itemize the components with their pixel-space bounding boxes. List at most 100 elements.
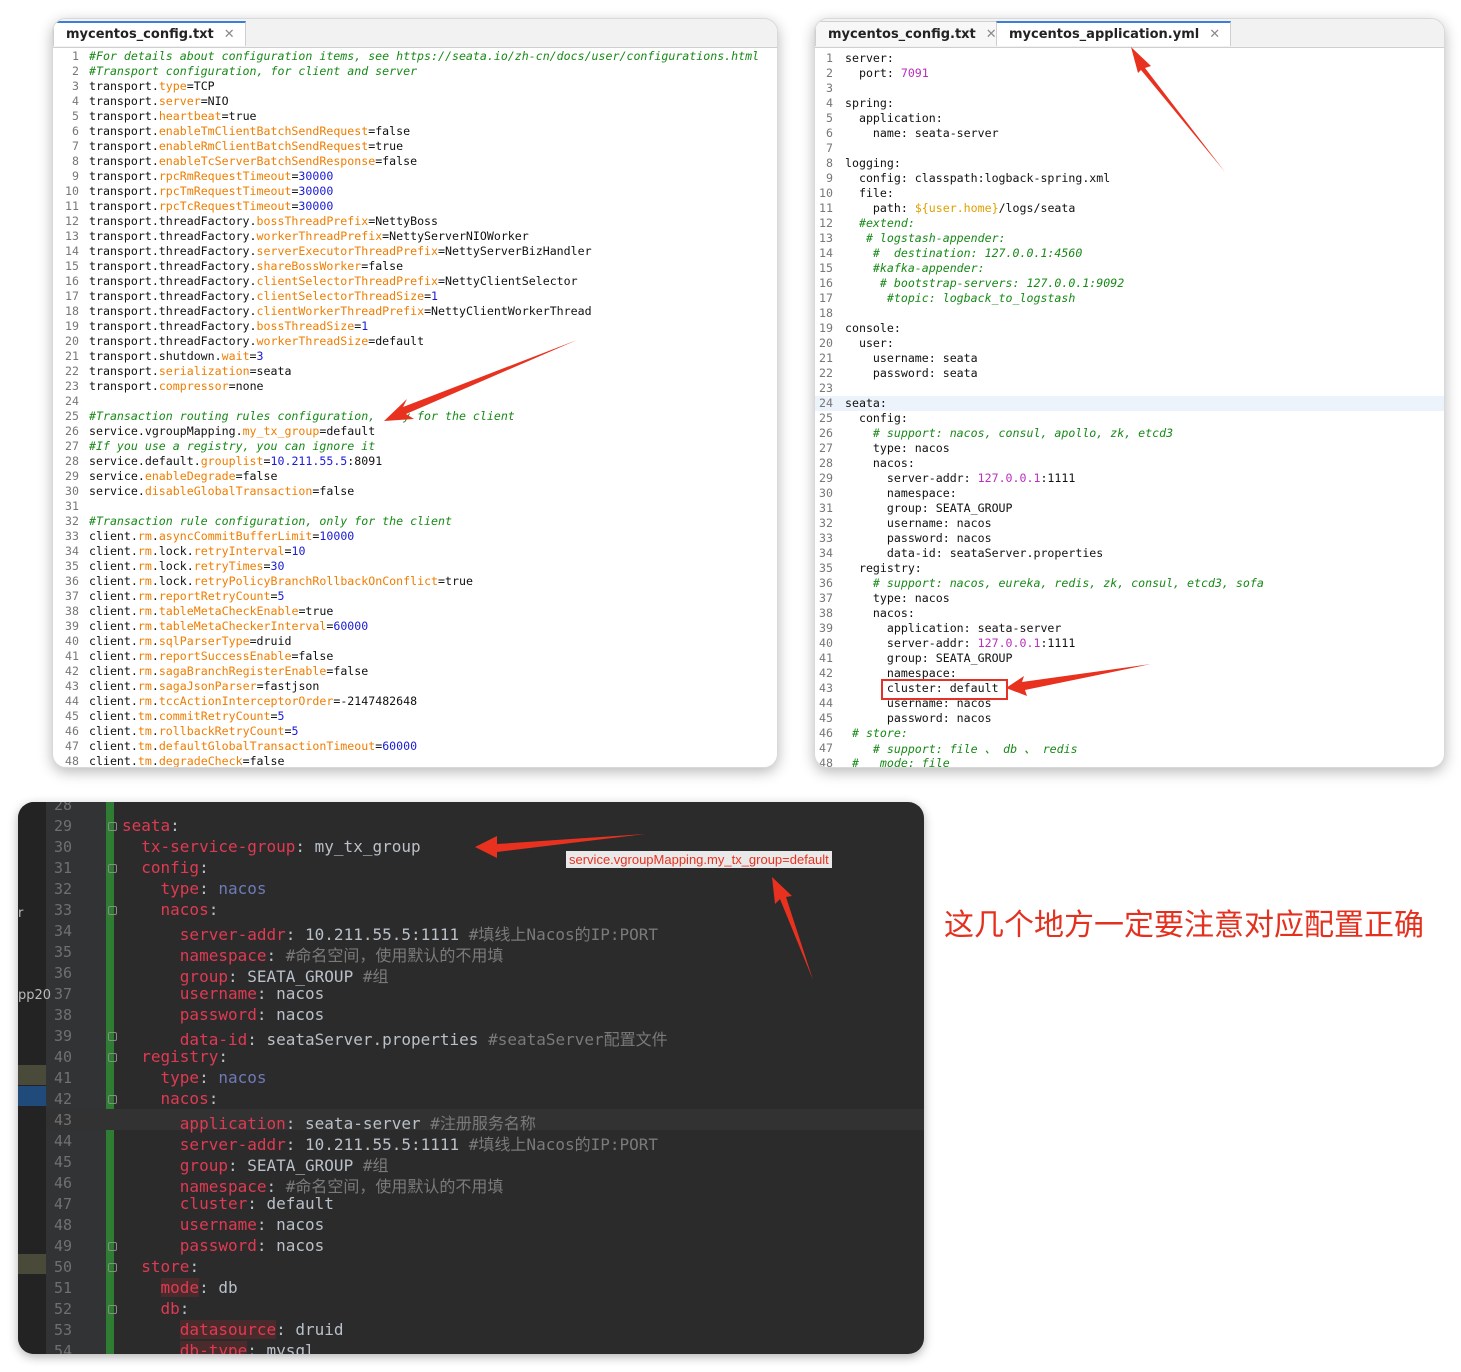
code-token: 60000 (333, 619, 369, 633)
line-number: 38 (53, 1006, 72, 1024)
line-number: 40 (65, 634, 79, 648)
code-token: client. (89, 709, 138, 723)
code-token: enableTcServerBatchSendResponse (158, 154, 376, 168)
code-token: =TCP (186, 79, 215, 93)
line-number: 43 (819, 681, 833, 695)
line-number: 29 (819, 471, 833, 485)
line-number: 11 (65, 199, 79, 213)
code-line: password: nacos (122, 1236, 325, 1255)
code-token: transport. (89, 109, 159, 123)
fold-toggle-icon[interactable] (108, 1242, 117, 1251)
close-icon[interactable]: ✕ (224, 27, 235, 42)
line-number: 14 (819, 246, 833, 260)
code-token: rm (137, 574, 152, 588)
code-token: db (160, 1299, 180, 1318)
code-token: # destination: 127.0.0.1:4560 (845, 246, 1083, 260)
code-token: mode (160, 1278, 200, 1297)
line-number: 23 (65, 379, 79, 393)
line-number: 25 (65, 409, 79, 423)
code-token: :8091 (347, 454, 383, 468)
line-number: 38 (65, 604, 79, 618)
code-token: =none (228, 379, 264, 393)
code-token: reportRetryCount (158, 589, 271, 603)
line-number: 54 (53, 1342, 72, 1354)
current-line-highlight (815, 396, 1444, 411)
code-token: =fastjson (256, 679, 320, 693)
fold-toggle-icon[interactable] (108, 864, 117, 873)
fold-toggle-icon[interactable] (108, 1053, 117, 1062)
code-token: =NettyServerBizHandler (438, 244, 592, 258)
code-line: server: (845, 51, 894, 65)
code-line: #For details about configuration items, … (89, 49, 759, 63)
right-editor-window: mycentos_config.txt ✕ mycentos_applicatio… (814, 18, 1445, 768)
code-line: group: SEATA_GROUP (845, 651, 1013, 665)
code-line: namespace: (845, 666, 957, 680)
code-line: nacos: (845, 456, 915, 470)
code-token: rpcTmRequestTimeout (158, 184, 292, 198)
code-line: client.rm.sagaBranchRegisterEnable=false (89, 664, 368, 678)
code-token: clientSelectorThreadSize (256, 289, 425, 303)
code-token: #topic: logback_to_logstash (845, 291, 1076, 305)
code-token: transport.threadFactory. (89, 259, 257, 273)
code-token: sagaJsonParser (158, 679, 257, 693)
fold-toggle-icon[interactable] (108, 1263, 117, 1272)
code-token: . (151, 709, 159, 723)
code-token: client. (89, 724, 138, 738)
code-token: wait (221, 349, 250, 363)
code-line: transport.rpcTcRequestTimeout=30000 (89, 199, 333, 213)
code-token: nacos (160, 1089, 209, 1108)
sidebar-marker (18, 1086, 46, 1106)
code-token: rm (137, 679, 152, 693)
line-number: 8 (826, 156, 833, 170)
code-line: transport.threadFactory.shareBossWorker=… (89, 259, 403, 273)
fold-toggle-icon[interactable] (108, 1095, 117, 1104)
code-token: 60000 (382, 739, 418, 753)
code-line: client.rm.lock.retryInterval=10 (89, 544, 305, 558)
cluster-highlight-box (881, 679, 1008, 700)
code-token: 7091 (900, 66, 929, 80)
code-token: rm (137, 694, 152, 708)
code-token: client. (89, 574, 138, 588)
code-line: transport.threadFactory.serverExecutorTh… (89, 244, 592, 258)
line-number: 2 (72, 64, 79, 78)
fold-toggle-icon[interactable] (108, 906, 117, 915)
code-token: . (151, 649, 159, 663)
code-token: =NettyClientWorkerThread (424, 304, 592, 318)
line-number: 5 (826, 111, 833, 125)
tab-mycentos-application[interactable]: mycentos_application.yml ✕ (996, 21, 1232, 46)
fold-toggle-icon[interactable] (108, 1305, 117, 1314)
line-number: 35 (819, 561, 833, 575)
code-token: # mode: file (845, 756, 950, 768)
line-number: 29 (53, 817, 72, 835)
tab-mycentos-config[interactable]: mycentos_config.txt ✕ (53, 21, 246, 46)
code-line: type: nacos (122, 1068, 267, 1087)
code-line: username: seata (845, 351, 978, 365)
code-token: client. (89, 634, 138, 648)
close-icon[interactable]: ✕ (1209, 27, 1220, 42)
code-line: port: 7091 (845, 66, 929, 80)
code-line: type: nacos (845, 591, 950, 605)
code-line: spring: (845, 96, 894, 110)
code-line: username: nacos (122, 984, 325, 1003)
line-number: 3 (72, 79, 79, 93)
tab-mycentos-config[interactable]: mycentos_config.txt ✕ (815, 21, 1008, 46)
fold-toggle-icon[interactable] (108, 822, 117, 831)
code-token: enableRmClientBatchSendRequest (158, 139, 369, 153)
code-token: db-type (179, 1341, 248, 1354)
fold-toggle-icon[interactable] (108, 1032, 117, 1041)
code-line: password: seata (845, 366, 978, 380)
line-number: 16 (65, 274, 79, 288)
code-token: sqlParserType (158, 634, 250, 648)
line-number: 36 (819, 576, 833, 590)
code-line: #If you use a registry, you can ignore i… (89, 439, 375, 453)
code-token: seata: (845, 396, 887, 410)
code-token: =false (326, 664, 369, 678)
code-token: .lock. (151, 544, 194, 558)
code-token: namespace: (845, 666, 957, 680)
code-token: #填线上Nacos的IP:PORT (468, 1135, 659, 1154)
code-line: transport.threadFactory.workerThreadSize… (89, 334, 424, 348)
